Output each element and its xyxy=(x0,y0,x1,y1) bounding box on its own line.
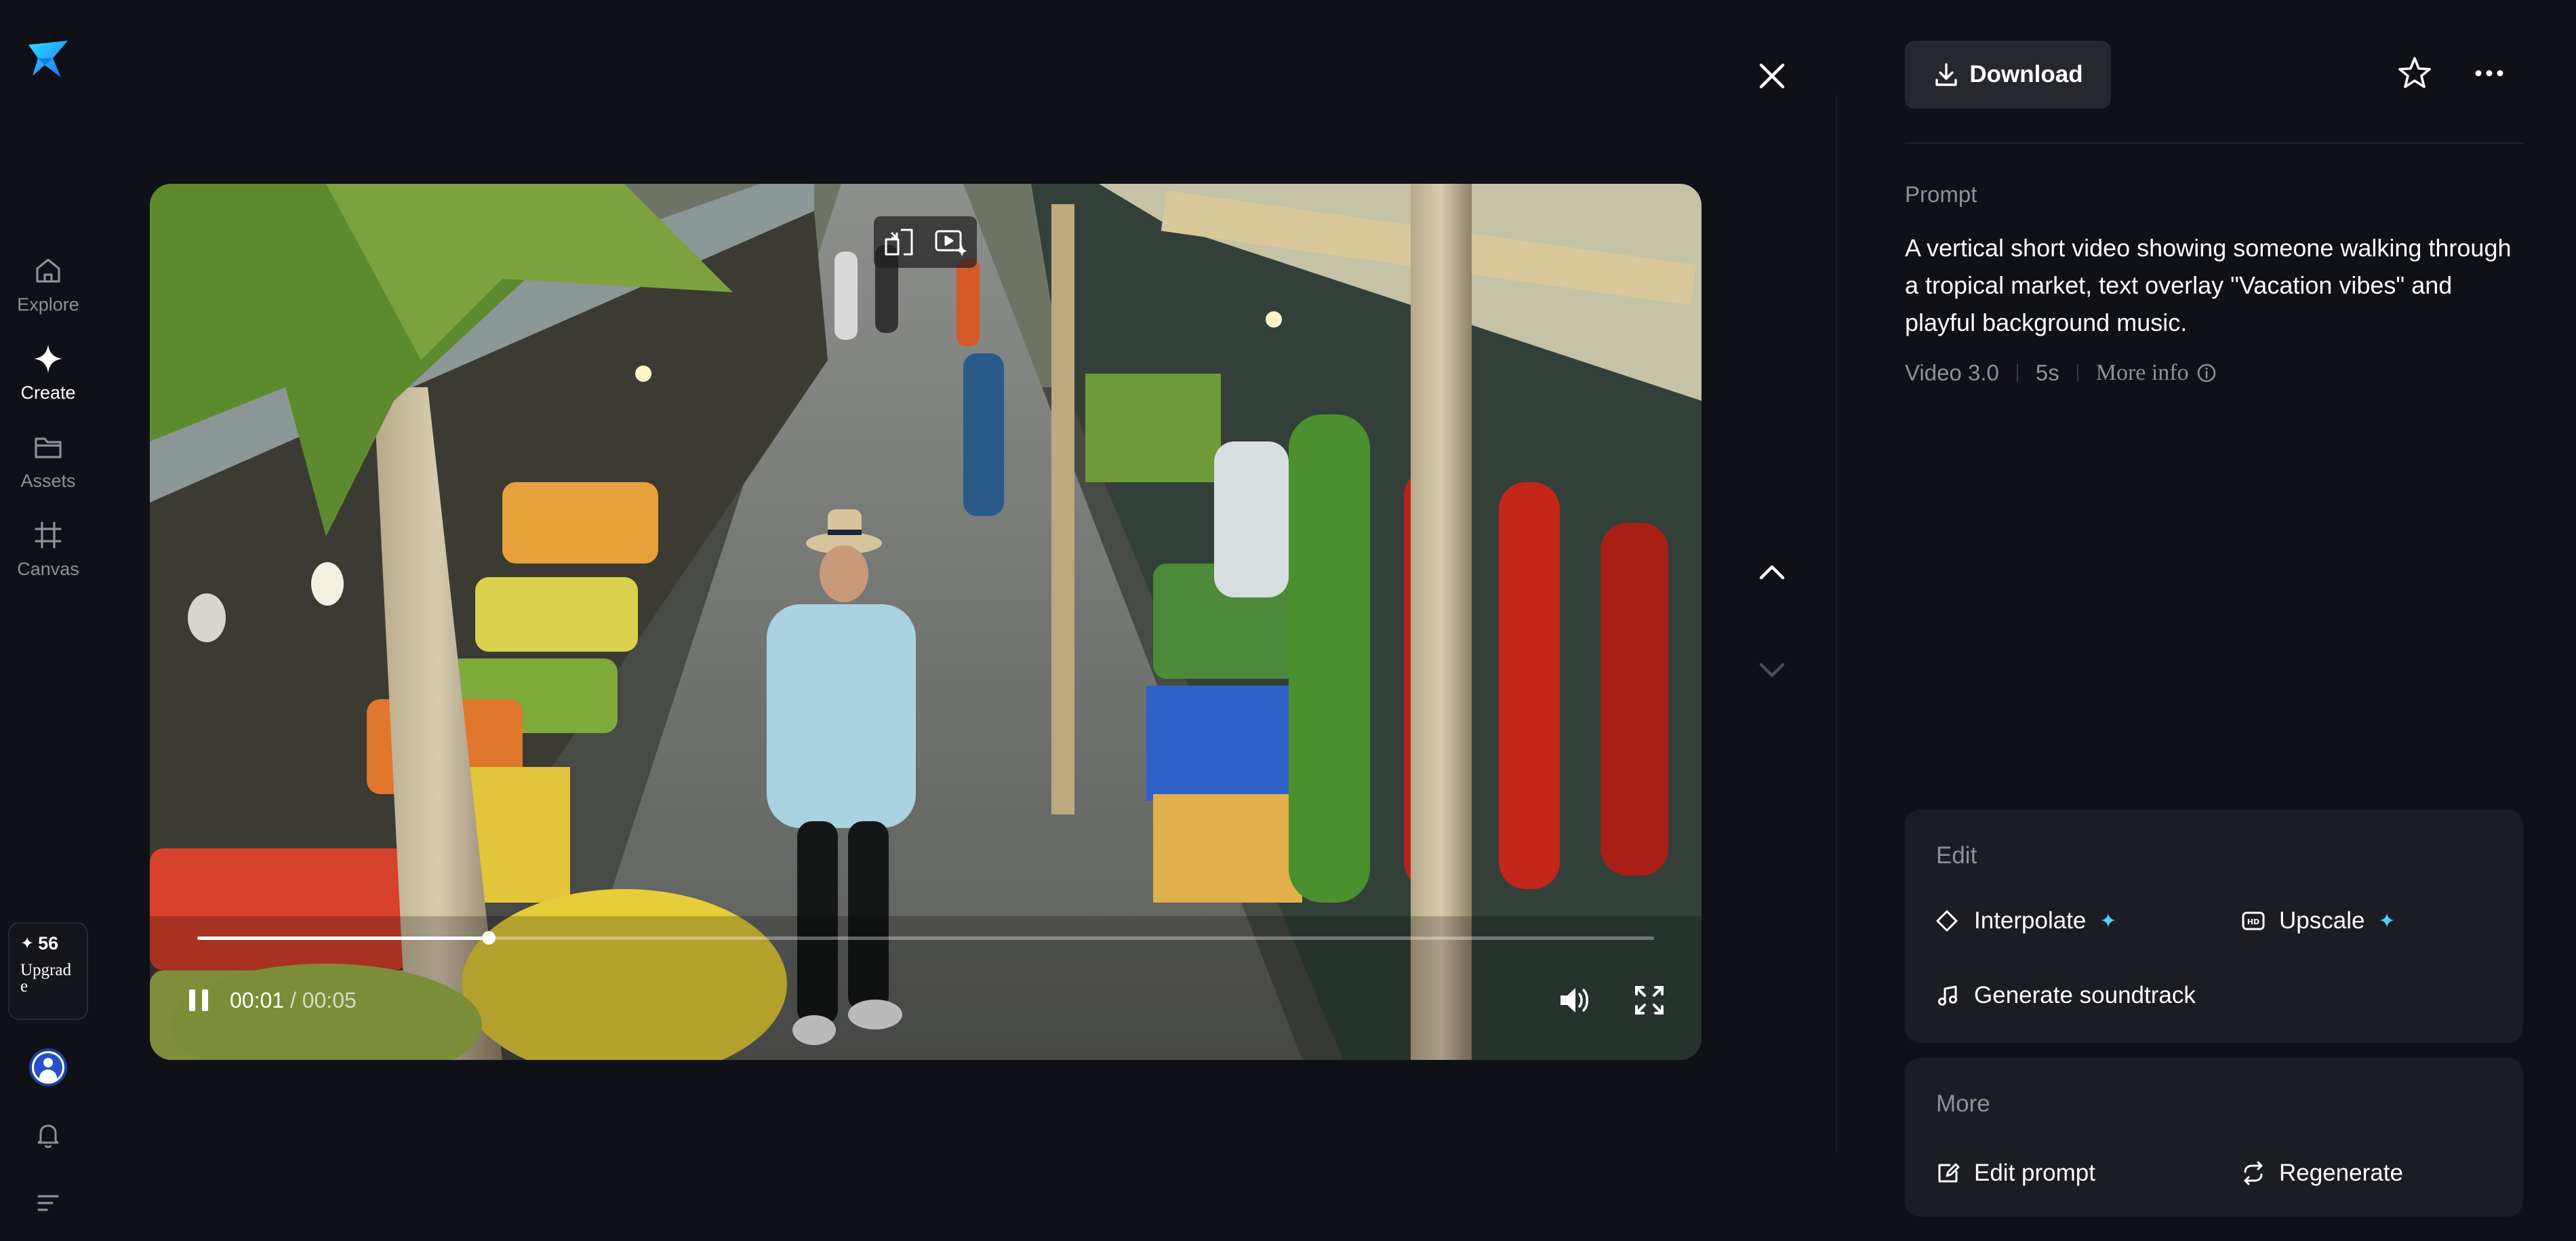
edit-title: Edit xyxy=(1936,842,1977,869)
prompt-text: A vertical short video showing someone w… xyxy=(1905,234,2512,336)
nav-assets-label: Assets xyxy=(20,471,76,491)
meta-separator xyxy=(2016,364,2018,382)
prompt-label: Prompt xyxy=(1905,182,1977,207)
regenerate-icon xyxy=(2244,1161,2263,1185)
avatar-image xyxy=(34,1053,62,1082)
edit-prompt-label: Edit prompt xyxy=(1974,1160,2095,1186)
info-icon xyxy=(2197,363,2215,382)
premium-sparkle-icon: ✦ xyxy=(2378,909,2396,932)
home-icon xyxy=(36,258,60,283)
edit-card: Edit Interpolate ✦ HD Upscale ✦ Generate… xyxy=(1905,810,2523,1043)
generate-soundtrack-button[interactable]: Generate soundtrack xyxy=(1936,982,2196,1009)
more-options-icon[interactable] xyxy=(2470,54,2508,92)
nav-canvas[interactable]: Canvas xyxy=(0,518,96,593)
ai-video-edit-icon[interactable] xyxy=(933,224,969,260)
upscale-label: Upscale xyxy=(2279,907,2365,934)
favorite-star-icon[interactable] xyxy=(2396,54,2434,92)
pause-icon[interactable] xyxy=(184,985,214,1015)
download-button[interactable]: Download xyxy=(1905,41,2111,109)
interpolate-icon xyxy=(1936,910,1958,932)
download-label: Download xyxy=(1969,61,2083,87)
fullscreen-icon[interactable] xyxy=(1631,982,1668,1019)
premium-sparkle-icon: ✦ xyxy=(2099,909,2117,932)
download-icon xyxy=(1935,63,1958,86)
interpolate-label: Interpolate xyxy=(1974,907,2087,934)
chevron-up-icon[interactable] xyxy=(1753,553,1791,591)
close-icon[interactable] xyxy=(1753,57,1791,95)
edit-prompt-button[interactable]: Edit prompt xyxy=(1936,1160,2095,1187)
meta-separator xyxy=(2076,364,2078,382)
total-time: / 00:05 xyxy=(289,987,357,1012)
current-time: 00:01 xyxy=(230,987,285,1012)
panel-header-divider xyxy=(1905,142,2523,144)
video-tools xyxy=(874,216,977,268)
progress-fill xyxy=(197,937,489,940)
nav-explore[interactable]: Explore xyxy=(0,254,96,328)
video-player[interactable]: 00:01 / 00:05 xyxy=(150,184,1702,1060)
nav-assets[interactable]: Assets xyxy=(0,430,96,505)
music-note-icon xyxy=(1938,985,1957,1006)
model-version: Video 3.0 xyxy=(1905,360,1999,385)
more-title: More xyxy=(1936,1090,1990,1117)
canvas-icon xyxy=(35,521,62,549)
more-info-label: More info xyxy=(2095,360,2189,385)
avatar[interactable] xyxy=(29,1048,67,1086)
left-rail: Explore Create Assets Canvas ✦ 56 Upgrad… xyxy=(0,0,96,1241)
credits-sparkle-icon: ✦ xyxy=(20,934,35,953)
sparkle-icon xyxy=(34,344,62,373)
bell-icon[interactable] xyxy=(32,1119,64,1151)
volume-icon[interactable] xyxy=(1556,982,1593,1019)
interpolate-button[interactable]: Interpolate ✦ xyxy=(1936,907,2117,934)
upgrade-label: Upgrade xyxy=(20,961,71,996)
nav-create-label: Create xyxy=(20,382,76,403)
nav-explore-label: Explore xyxy=(17,294,79,315)
hd-icon: HD xyxy=(2242,911,2265,930)
edit-prompt-icon xyxy=(1938,1163,1960,1183)
generation-meta: Video 3.0 5s More info xyxy=(1905,358,2217,388)
upscale-button[interactable]: HD Upscale ✦ xyxy=(2241,907,2396,934)
progress-handle[interactable] xyxy=(481,931,496,945)
generate-soundtrack-label: Generate soundtrack xyxy=(1974,982,2196,1008)
more-info-link[interactable]: More info xyxy=(2096,360,2217,386)
nav-create[interactable]: Create xyxy=(0,342,96,416)
video-duration: 5s xyxy=(2035,360,2059,385)
regenerate-label: Regenerate xyxy=(2279,1160,2403,1186)
menu-icon[interactable] xyxy=(32,1187,64,1219)
player-controls: 00:01 / 00:05 xyxy=(184,980,1668,1021)
svg-text:HD: HD xyxy=(2247,918,2259,926)
more-card: More Edit prompt Regenerate xyxy=(1905,1058,2523,1217)
panel-divider xyxy=(1836,95,1837,1153)
app-logo-icon[interactable] xyxy=(26,38,71,83)
nav-canvas-label: Canvas xyxy=(17,559,79,579)
credits-value: 56 xyxy=(38,933,59,953)
credits-count: ✦ 56 xyxy=(20,933,76,954)
regenerate-button[interactable]: Regenerate xyxy=(2241,1160,2403,1187)
progress-bar[interactable] xyxy=(197,931,1654,945)
video-frame xyxy=(150,184,1702,1060)
folder-icon xyxy=(35,437,62,458)
upgrade-button[interactable]: ✦ 56 Upgrade xyxy=(8,922,88,1020)
time-display: 00:01 / 00:05 xyxy=(230,988,357,1013)
extend-frame-icon[interactable] xyxy=(882,224,917,260)
chevron-down-icon[interactable] xyxy=(1753,651,1791,689)
